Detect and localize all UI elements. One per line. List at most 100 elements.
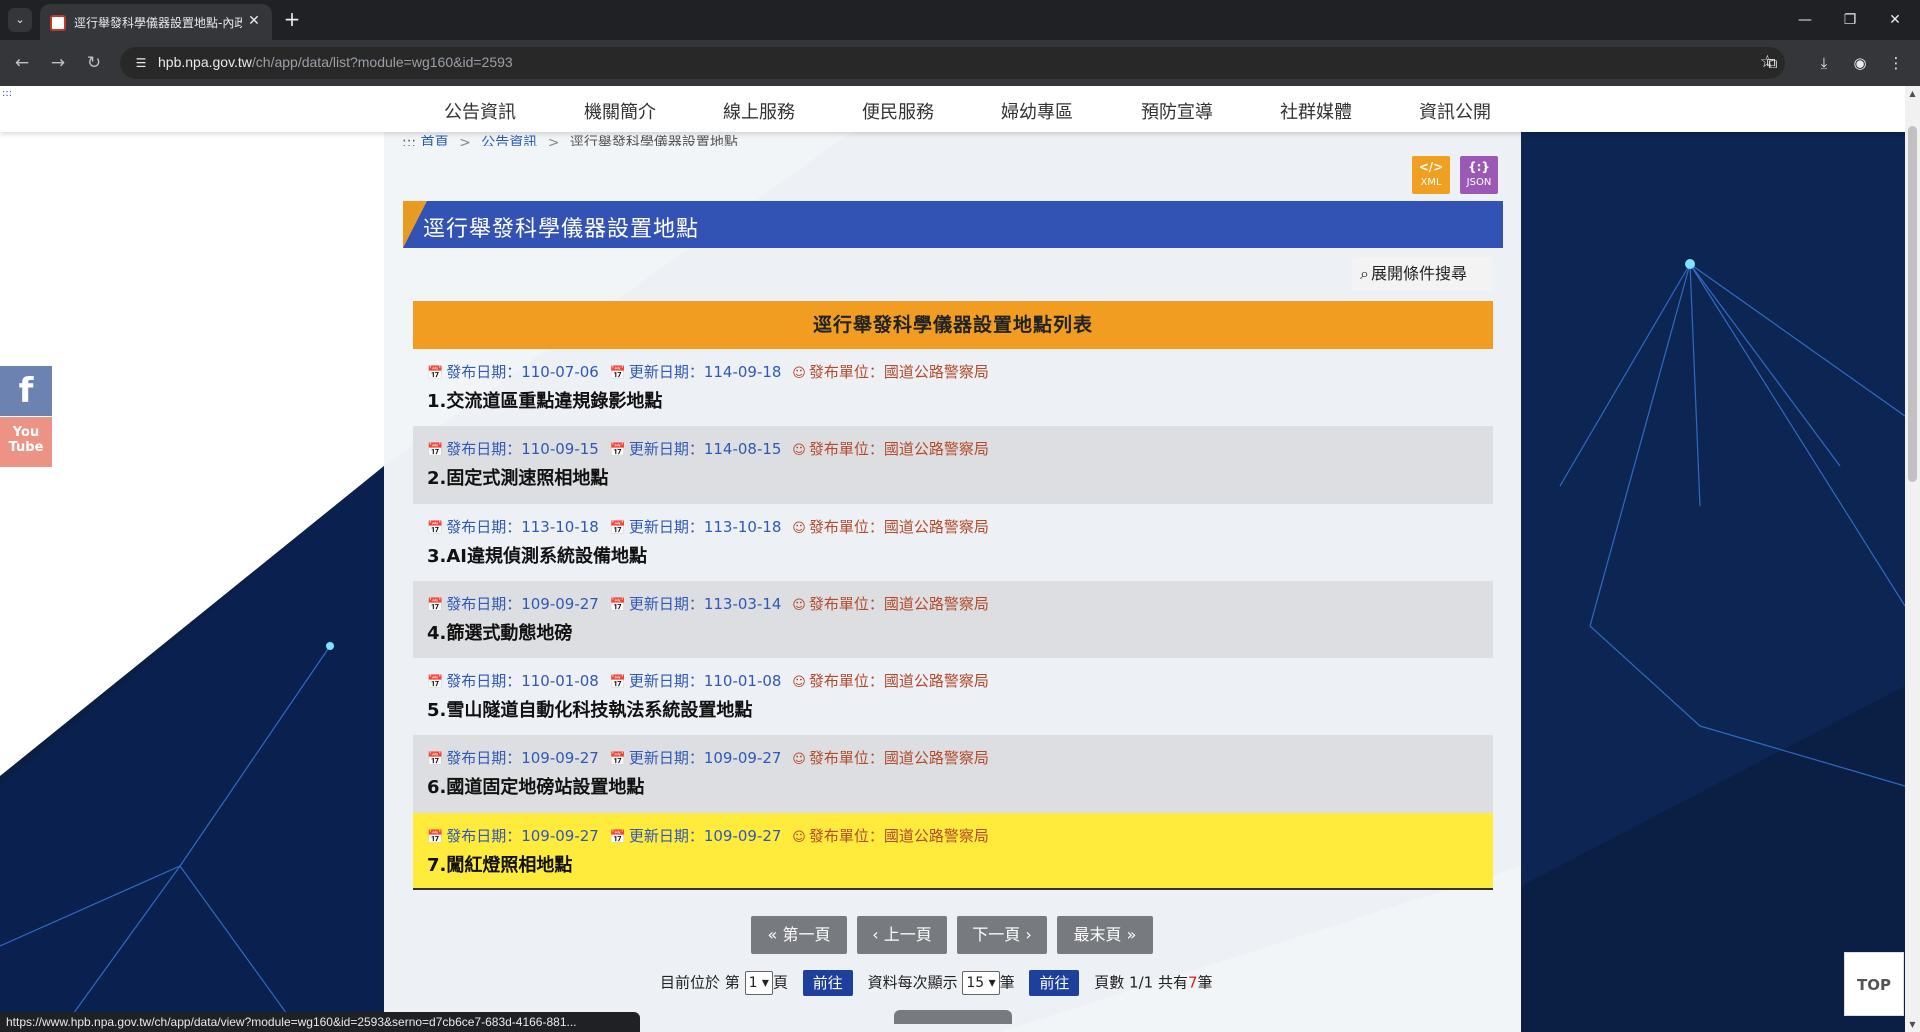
menu-online-services[interactable]: 線上服務	[723, 98, 795, 124]
unit-icon: ☺	[792, 520, 806, 536]
json-export-button[interactable]: {:} JSON	[1460, 156, 1498, 194]
calendar-icon: 📅	[427, 829, 444, 845]
update-label: 更新日期：	[628, 440, 704, 459]
page-select[interactable]: 1 ▾	[744, 971, 773, 995]
site-favicon-icon	[50, 15, 66, 31]
item-meta: 📅 發布日期：110-01-08 📅 更新日期：110-01-08 ☺ 發布單位：國道…	[427, 670, 989, 691]
restore-icon[interactable]: ❐	[1830, 6, 1870, 34]
unit-value: 國道公路警察局	[883, 594, 989, 613]
item-meta: 📅 發布日期：109-09-27 📅 更新日期：113-03-14 ☺ 發布單位：國道…	[427, 593, 989, 614]
item-title-link[interactable]: 5.雪山隧道自動化科技執法系統設置地點	[427, 696, 752, 722]
list-item[interactable]: 📅 發布日期：110-07-06 📅 更新日期：114-09-18 ☺ 發布單位：國道…	[413, 349, 1493, 426]
accesskey-link[interactable]: :::	[2, 88, 12, 99]
update-label: 更新日期：	[628, 517, 704, 536]
page-select-value: 1	[748, 975, 758, 991]
youtube-button[interactable]: You Tube	[0, 417, 52, 467]
page-viewport: ::: 公告資訊 機關簡介 線上服務 便民服務 婦幼專區 預防宣導 社群媒體 資…	[0, 86, 1905, 1032]
per-page-label: 資料每次顯示	[867, 973, 958, 992]
browser-toolbar: ← → ↻ ☰ hpb.npa.gov.tw/ch/app/data/list?…	[0, 40, 1920, 86]
back-icon[interactable]: ←	[8, 49, 36, 77]
first-page-button[interactable]: « 第一頁	[751, 916, 847, 954]
browser-menu-icon[interactable]: ⋮	[1882, 49, 1910, 77]
scroll-down-icon[interactable]: ▼	[1905, 1017, 1920, 1032]
forward-icon[interactable]: →	[44, 49, 72, 77]
scroll-thumb[interactable]	[1908, 126, 1917, 482]
unit-label: 發布單位：	[808, 826, 884, 845]
window-close-icon[interactable]: ✕	[1875, 6, 1915, 34]
list-item[interactable]: 📅 發布日期：110-01-08 📅 更新日期：110-01-08 ☺ 發布單位：國道…	[413, 658, 1493, 735]
unit-value: 國道公路警察局	[883, 440, 989, 459]
item-meta: 📅 發布日期：113-10-18 📅 更新日期：113-10-18 ☺ 發布單位：國道…	[427, 516, 989, 537]
list-item[interactable]: 📅 發布日期：113-10-18 📅 更新日期：113-10-18 ☺ 發布單位：國道…	[413, 504, 1493, 581]
breadcrumb-home[interactable]: 首頁	[421, 135, 449, 146]
unit-value: 國道公路警察局	[883, 517, 989, 536]
minimize-icon[interactable]: —	[1785, 6, 1825, 34]
calendar-check-icon: 📅	[609, 366, 626, 381]
publish-date: 109-09-27	[521, 749, 599, 768]
page-scrollbar[interactable]: ▲ ▼	[1905, 86, 1920, 1032]
page-title: 逕行舉發科學儀器設置地點	[423, 217, 700, 242]
xml-export-button[interactable]: </> XML	[1412, 156, 1450, 194]
scroll-up-icon[interactable]: ▲	[1905, 86, 1920, 101]
address-url[interactable]: hpb.npa.gov.tw/ch/app/data/list?module=w…	[158, 54, 513, 70]
prev-page-button[interactable]: ‹ 上一頁	[857, 916, 947, 954]
menu-announcements[interactable]: 公告資訊	[444, 98, 516, 124]
unit-icon: ☺	[792, 752, 806, 768]
expand-search-button[interactable]: ⌕ 展開條件搜尋	[1352, 257, 1492, 291]
unit-icon: ☺	[792, 366, 806, 381]
reload-icon[interactable]: ↻	[80, 49, 108, 77]
browser-tab[interactable]: 逕行舉發科學儀器設置地點-內政部警政署 ✕	[40, 4, 272, 40]
go-page-button[interactable]: 前往	[802, 970, 853, 996]
address-bar[interactable]: ☰ hpb.npa.gov.tw/ch/app/data/list?module…	[120, 47, 1785, 79]
update-date: 114-08-15	[703, 440, 782, 459]
item-meta: 📅 發布日期：109-09-27 📅 更新日期：109-09-27 ☺ 發布單位：國道…	[427, 747, 989, 768]
calendar-check-icon: 📅	[609, 520, 626, 536]
menu-public-services[interactable]: 便民服務	[862, 98, 934, 124]
publish-label: 發布日期：	[446, 440, 522, 459]
tab-search-icon[interactable]: ⌄	[8, 8, 32, 32]
publish-label: 發布日期：	[446, 672, 522, 691]
extensions-icon[interactable]: ⧉	[1758, 49, 1786, 77]
go-per-page-button[interactable]: 前往	[1029, 970, 1080, 996]
menu-prevention[interactable]: 預防宣導	[1141, 98, 1213, 124]
publish-date: 110-01-08	[521, 672, 599, 691]
browser-tab-bar: ⌄ 逕行舉發科學儀器設置地點-內政部警政署 ✕ + — ❐ ✕	[0, 0, 1920, 40]
back-to-top-button[interactable]: TOP	[1844, 952, 1904, 1016]
summary-prefix: 頁數 1/1 共有	[1094, 973, 1188, 992]
item-title-link[interactable]: 6.國道固定地磅站設置地點	[427, 773, 644, 799]
publish-date: 109-09-27	[521, 826, 599, 845]
calendar-icon: 📅	[427, 366, 444, 381]
item-title-link[interactable]: 2.固定式測速照相地點	[427, 464, 608, 490]
unit-label: 發布單位：	[808, 440, 884, 459]
next-page-button[interactable]: 下一頁 ›	[957, 916, 1047, 954]
profile-icon[interactable]: ◉	[1846, 49, 1874, 77]
youtube-icon-top: You	[12, 425, 40, 440]
unit-icon: ☺	[792, 443, 806, 459]
publish-label: 發布日期：	[446, 826, 522, 845]
site-info-icon[interactable]: ☰	[132, 54, 150, 72]
facebook-button[interactable]: f	[0, 366, 52, 416]
unit-icon: ☺	[792, 829, 806, 845]
item-meta: 📅 發布日期：110-07-06 📅 更新日期：114-09-18 ☺ 發布單位：國道…	[427, 361, 989, 382]
download-icon[interactable]: ⤓	[1810, 49, 1838, 77]
menu-women-children[interactable]: 婦幼專區	[1001, 98, 1073, 124]
menu-open-info[interactable]: 資訊公開	[1419, 98, 1491, 124]
publish-date: 110-09-15	[521, 440, 599, 459]
list-item[interactable]: 📅 發布日期：110-09-15 📅 更新日期：114-08-15 ☺ 發布單位：國道…	[413, 426, 1493, 504]
per-page-select[interactable]: 15 ▾	[962, 971, 1000, 995]
calendar-icon: 📅	[427, 752, 444, 768]
item-title-link[interactable]: 7.闖紅燈照相地點	[427, 851, 572, 877]
menu-social-media[interactable]: 社群媒體	[1280, 98, 1352, 124]
item-title-link[interactable]: 4.篩選式動態地磅	[427, 619, 572, 645]
code-icon: </>	[1418, 160, 1444, 174]
list-item[interactable]: 📅 發布日期：109-09-27 📅 更新日期：113-03-14 ☺ 發布單位：國道…	[413, 580, 1493, 659]
breadcrumb-section[interactable]: 公告資訊	[481, 135, 537, 146]
item-title-link[interactable]: 1.交流道區重點違規錄影地點	[427, 387, 662, 413]
menu-about[interactable]: 機關簡介	[584, 98, 656, 124]
list-item-hovered[interactable]: 📅 發布日期：109-09-27 📅 更新日期：109-09-27 ☺ 發布單位：國道…	[413, 812, 1493, 891]
new-tab-icon[interactable]: +	[280, 8, 304, 32]
list-item[interactable]: 📅 發布日期：109-09-27 📅 更新日期：109-09-27 ☺ 發布單位：國道…	[413, 735, 1493, 813]
item-title-link[interactable]: 3.AI違規偵測系統設備地點	[427, 542, 647, 568]
last-page-button[interactable]: 最末頁 »	[1057, 916, 1153, 954]
tab-close-icon[interactable]: ✕	[244, 11, 264, 31]
